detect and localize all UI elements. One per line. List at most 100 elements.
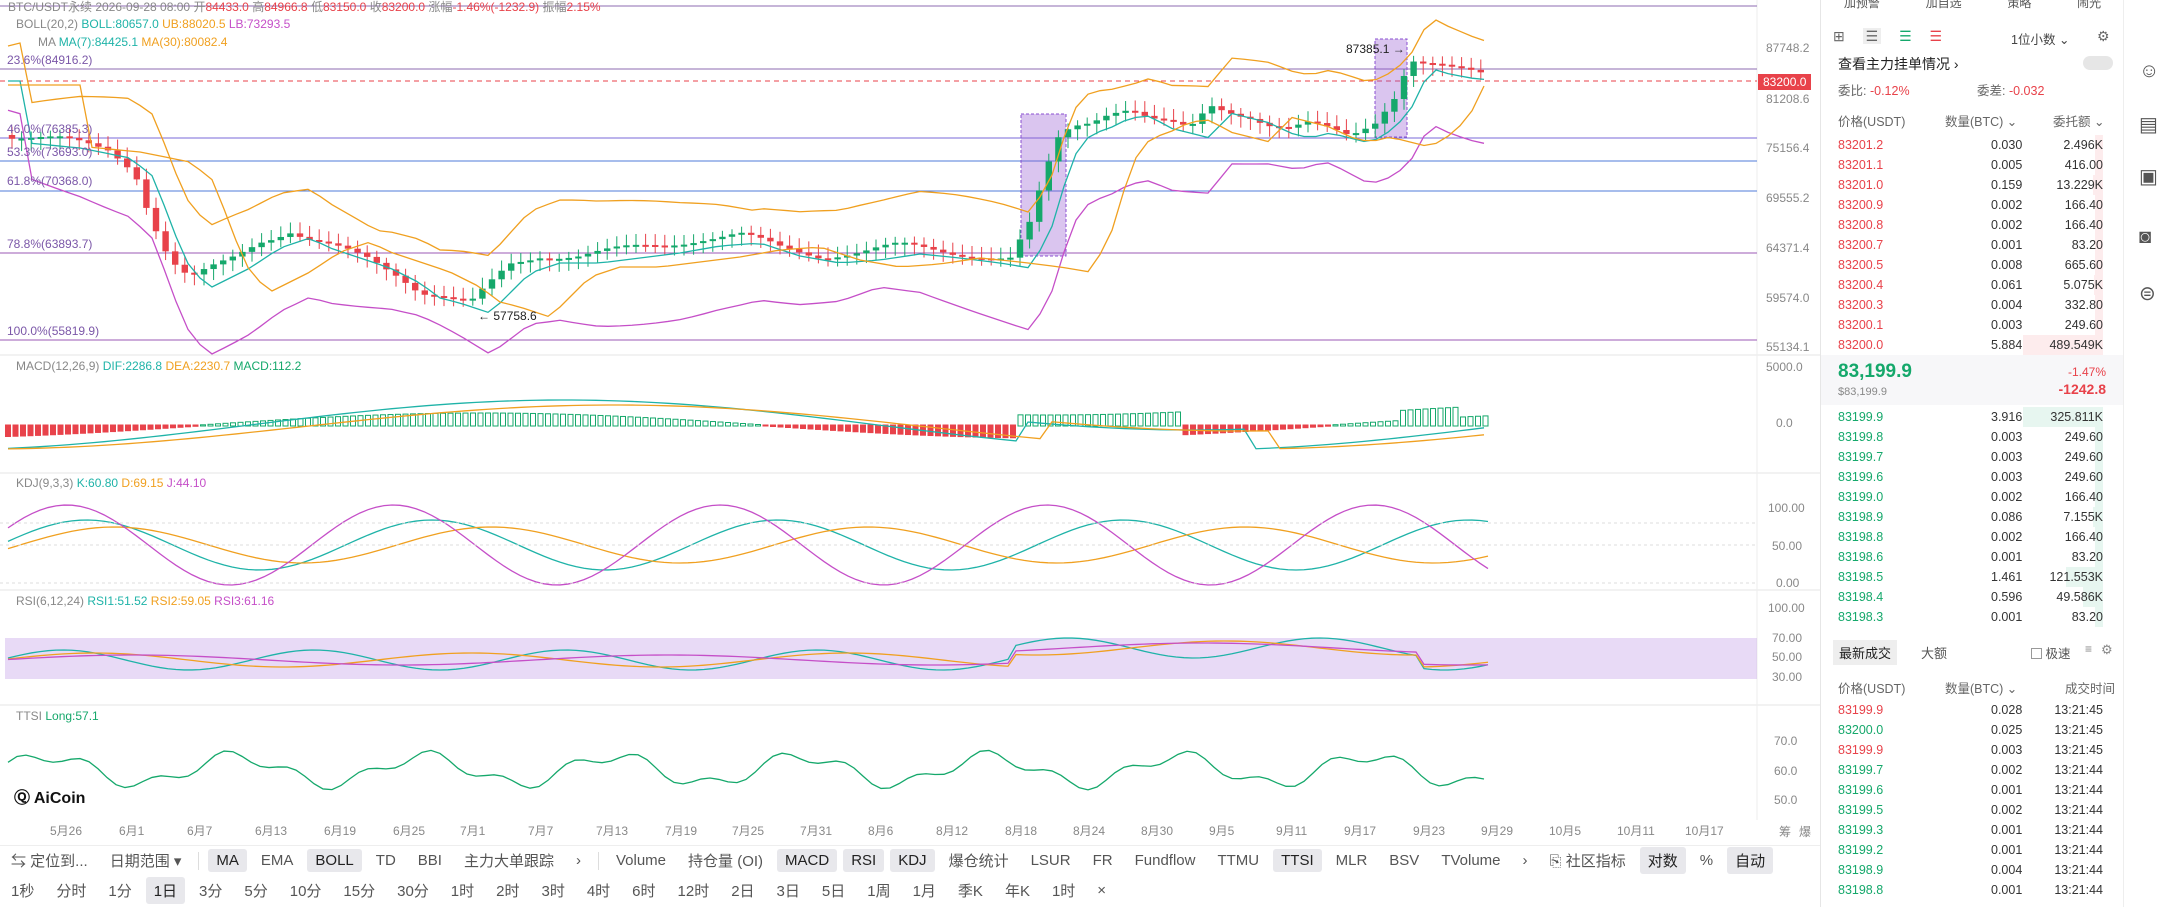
ttsi-legend[interactable]: TTSI Long:57.1	[16, 709, 99, 724]
layout-asks-icon[interactable]: ☰	[1930, 28, 1943, 44]
order-book-row[interactable]: 83200.9 0.002 166.40	[1821, 195, 2111, 215]
swap-icon[interactable]: ⊜	[2139, 281, 2156, 306]
interval-option[interactable]: 1月	[905, 877, 944, 904]
chip-distribution-toggle[interactable]: 筹	[1779, 825, 1791, 840]
interval-option[interactable]: 1周	[859, 877, 898, 904]
interval-option[interactable]: 4时	[579, 877, 618, 904]
interval-option[interactable]: 分时	[48, 877, 94, 904]
interval-option[interactable]: 1日	[145, 876, 186, 904]
indicator-tvolume[interactable]: TVolume	[1433, 849, 1508, 872]
chevron-right-icon[interactable]: ›	[1515, 849, 1536, 872]
indicator-macd[interactable]: MACD	[777, 849, 838, 872]
col-qty-header[interactable]: 数量(BTC) ⌄	[1945, 111, 2017, 130]
order-book-row[interactable]: 83198.3 0.001 83.20	[1821, 607, 2111, 627]
order-book-row[interactable]: 83198.5 1.461 121.553K	[1821, 567, 2111, 587]
order-book-row[interactable]: 83199.8 0.003 249.60	[1821, 427, 2111, 447]
add-favorite-button[interactable]: 加自选	[1926, 0, 1962, 12]
user-icon[interactable]: ☺	[2139, 60, 2159, 83]
layout-split-icon[interactable]: ☰	[1862, 28, 1882, 44]
order-book-row[interactable]: 83199.6 0.003 249.60	[1821, 467, 2111, 487]
interval-option[interactable]: 5分	[236, 877, 275, 904]
chart-area[interactable]: BTC/USDT永续 2026-09-28 08:00 开84433.0 高84…	[0, 0, 1820, 840]
order-depth-link[interactable]: 查看主力挂单情况 ›	[1838, 54, 1959, 74]
order-book-row[interactable]: 83198.6 0.001 83.20	[1821, 547, 2111, 567]
filter-icon[interactable]: ≡	[2085, 642, 2092, 656]
interval-option[interactable]: 15分	[335, 877, 383, 904]
interval-option[interactable]: 12时	[670, 877, 718, 904]
order-book-row[interactable]: 83200.4 0.061 5.075K	[1821, 275, 2111, 295]
boll-legend[interactable]: BOLL(20,2) BOLL:80657.0 UB:88020.5 LB:73…	[16, 17, 290, 32]
depth-toggle[interactable]	[2083, 56, 2113, 70]
indicator-bbi[interactable]: BBI	[410, 849, 450, 872]
order-book-row[interactable]: 83199.0 0.002 166.40	[1821, 487, 2111, 507]
order-book-row[interactable]: 83198.9 0.086 7.155K	[1821, 507, 2111, 527]
add-alert-button[interactable]: 加预警	[1844, 0, 1880, 12]
liquidation-toggle[interactable]: 爆	[1799, 825, 1811, 840]
interval-option[interactable]: 3日	[769, 877, 808, 904]
indicator-bsv[interactable]: BSV	[1381, 849, 1427, 872]
interval-option[interactable]: 1时	[1044, 877, 1083, 904]
indicator-ema[interactable]: EMA	[253, 849, 302, 872]
interval-option[interactable]: 3时	[533, 877, 572, 904]
interval-option[interactable]: 10分	[282, 877, 330, 904]
monitor-icon[interactable]: ▣	[2139, 164, 2158, 189]
order-book-row[interactable]: 83201.0 0.159 13.229K	[1821, 175, 2111, 195]
macd-legend[interactable]: MACD(12,26,9) DIF:2286.8 DEA:2230.7 MACD…	[16, 359, 301, 374]
order-book-row[interactable]: 83200.1 0.003 249.60	[1821, 315, 2111, 335]
interval-option[interactable]: 季K	[950, 877, 991, 904]
chevron-right-icon[interactable]: ›	[568, 849, 589, 872]
indicator-lsur[interactable]: LSUR	[1023, 849, 1079, 872]
col-total-header[interactable]: 委托额 ⌄	[2053, 111, 2104, 130]
order-book-row[interactable]: 83200.3 0.004 332.80	[1821, 295, 2111, 315]
indicator-kdj[interactable]: KDJ	[890, 849, 935, 872]
order-book-row[interactable]: 83200.7 0.001 83.20	[1821, 235, 2111, 255]
settings-icon[interactable]: ⚙	[2101, 642, 2113, 658]
interval-option[interactable]: 年K	[997, 877, 1038, 904]
order-book-row[interactable]: 83199.9 3.916 325.811K	[1821, 407, 2111, 427]
decimals-select[interactable]: 1位小数 ⌄	[2011, 29, 2069, 48]
indicator-fr[interactable]: FR	[1085, 849, 1121, 872]
interval-option[interactable]: 6时	[624, 877, 663, 904]
indicator-td[interactable]: TD	[368, 849, 404, 872]
tab-latest-trades[interactable]: 最新成交	[1833, 640, 1898, 665]
indicator-boll[interactable]: BOLL	[307, 849, 362, 872]
interval-option[interactable]: 2时	[488, 877, 527, 904]
order-book-row[interactable]: 83201.2 0.030 2.496K	[1821, 135, 2111, 155]
interval-option[interactable]: 1时	[443, 877, 482, 904]
percent-scale-toggle[interactable]: %	[1692, 849, 1721, 872]
close-icon[interactable]: ×	[1089, 879, 1114, 902]
interval-option[interactable]: 5日	[814, 877, 853, 904]
robot-icon[interactable]: ◙	[2139, 226, 2151, 249]
kdj-legend[interactable]: KDJ(9,3,3) K:60.80 D:69.15 J:44.10	[16, 476, 206, 491]
settings-icon[interactable]: ⚙	[2097, 28, 2110, 45]
order-book-row[interactable]: 83201.1 0.005 416.00	[1821, 155, 2111, 175]
order-book-row[interactable]: 83200.0 5.884 489.549K	[1821, 335, 2111, 355]
tab-large-trades[interactable]: 大额	[1921, 643, 1947, 662]
order-book-row[interactable]: 83200.8 0.002 166.40	[1821, 215, 2111, 235]
interval-option[interactable]: 3分	[191, 877, 230, 904]
indicator-big-order[interactable]: 主力大单跟踪	[456, 847, 562, 874]
interval-option[interactable]: 2日	[723, 877, 762, 904]
fast-mode-checkbox[interactable]: 极速	[2031, 643, 2071, 662]
rsi-legend[interactable]: RSI(6,12,24) RSI1:51.52 RSI2:59.05 RSI3:…	[16, 594, 274, 609]
indicator-oi[interactable]: 持仓量 (OI)	[680, 847, 771, 874]
layout-both-icon[interactable]: ⊞	[1833, 28, 1845, 44]
indicator-rsi[interactable]: RSI	[843, 849, 885, 872]
interval-option[interactable]: 30分	[389, 877, 437, 904]
order-book-row[interactable]: 83198.8 0.002 166.40	[1821, 527, 2111, 547]
interval-option[interactable]: 1分	[100, 877, 139, 904]
layout-bids-icon[interactable]: ☰	[1899, 28, 1912, 44]
indicator-fundflow[interactable]: Fundflow	[1127, 849, 1204, 872]
indicator-liquidation[interactable]: 爆仓统计	[941, 847, 1017, 874]
order-book-row[interactable]: 83199.7 0.003 249.60	[1821, 447, 2111, 467]
trades-col-qty[interactable]: 数量(BTC) ⌄	[1945, 678, 2017, 697]
ma-legend[interactable]: MA MA(7):84425.1 MA(30):80082.4	[38, 35, 227, 50]
flash-button[interactable]: 闹光	[2077, 0, 2101, 12]
candlestick-chart[interactable]	[0, 0, 1820, 840]
indicator-mlr[interactable]: MLR	[1328, 849, 1376, 872]
order-book-row[interactable]: 83198.4 0.596 49.586K	[1821, 587, 2111, 607]
indicator-ttmu[interactable]: TTMU	[1209, 849, 1267, 872]
log-scale-toggle[interactable]: 对数	[1639, 847, 1686, 874]
community-indicator-button[interactable]: ⎘ 社区指标	[1542, 847, 1634, 874]
locate-button[interactable]: ⇆ 定位到...	[3, 847, 96, 874]
